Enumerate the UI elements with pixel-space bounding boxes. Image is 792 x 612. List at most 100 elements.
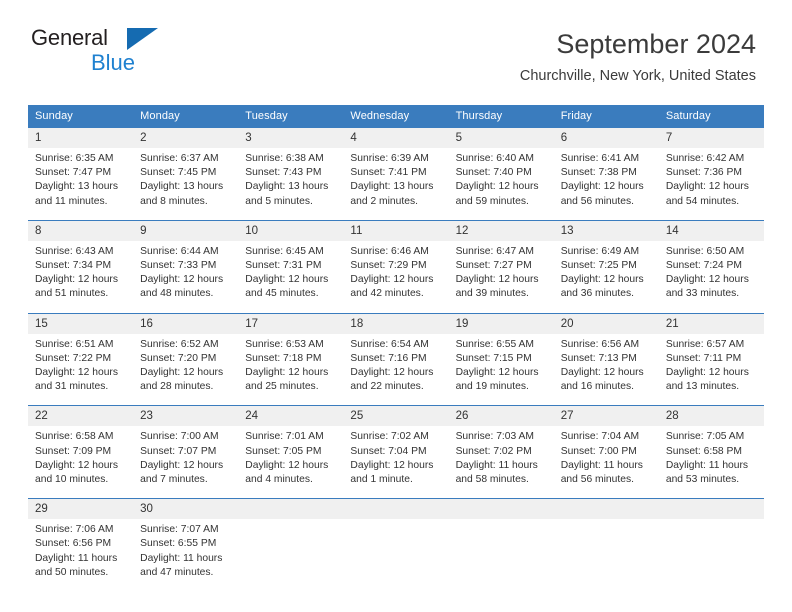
page-header: General Blue September 2024 Churchville,… [0, 0, 792, 85]
sunset-text: Sunset: 7:29 PM [350, 260, 427, 272]
day-cell[interactable]: 10 Sunrise: 6:45 AM Sunset: 7:31 PM Dayligh… [238, 220, 344, 306]
day-details: Sunrise: 7:04 AM Sunset: 7:00 PM Daylight:… [554, 426, 659, 491]
sunset-text: Sunset: 7:45 PM [140, 167, 217, 179]
daylight-text-line1: Daylight: 12 hours [245, 274, 329, 286]
daylight-text-line1: Daylight: 12 hours [35, 274, 118, 286]
day-number [658, 499, 764, 520]
day-cell[interactable]: 26 Sunrise: 7:03 AM Sunset: 7:02 PM Dayligh… [448, 406, 554, 492]
day-details: Sunrise: 7:03 AM Sunset: 7:02 PM Daylight:… [449, 426, 554, 491]
calendar-page: General Blue September 2024 Churchville,… [0, 0, 792, 612]
day-cell[interactable]: 28 Sunrise: 7:05 AM Sunset: 6:58 PM Dayligh… [658, 406, 764, 492]
daylight-text-line1: Daylight: 12 hours [665, 274, 749, 286]
day-number [238, 499, 344, 520]
day-cell[interactable]: 17 Sunrise: 6:53 AM Sunset: 7:18 PM Dayligh… [238, 313, 344, 399]
day-details: Sunrise: 6:50 AM Sunset: 7:24 PM Daylight:… [659, 241, 764, 306]
day-cell[interactable]: 19 Sunrise: 6:55 AM Sunset: 7:15 PM Dayligh… [448, 313, 554, 399]
daylight-text-line2: and 2 minutes. [350, 195, 418, 207]
day-number: 12 [448, 220, 554, 241]
daylight-text-line2: and 10 minutes. [35, 474, 109, 486]
sunrise-text: Sunrise: 6:41 AM [560, 153, 640, 164]
day-cell[interactable]: 29 Sunrise: 7:06 AM Sunset: 6:56 PM Dayligh… [28, 499, 134, 585]
day-number: 19 [448, 313, 554, 334]
day-cell[interactable]: 18 Sunrise: 6:54 AM Sunset: 7:16 PM Dayligh… [343, 313, 449, 399]
daylight-text-line1: Daylight: 11 hours [560, 459, 643, 471]
day-details: Sunrise: 6:49 AM Sunset: 7:25 PM Daylight:… [554, 241, 659, 306]
daylight-text-line2: and 51 minutes. [35, 288, 109, 300]
day-cell[interactable]: 20 Sunrise: 6:56 AM Sunset: 7:13 PM Dayligh… [553, 313, 659, 399]
day-cell[interactable]: 12 Sunrise: 6:47 AM Sunset: 7:27 PM Dayligh… [448, 220, 554, 306]
daylight-text-line1: Daylight: 12 hours [350, 367, 434, 379]
sunset-text: Sunset: 7:13 PM [560, 352, 637, 364]
daylight-text-line1: Daylight: 12 hours [140, 274, 224, 286]
sunrise-text: Sunrise: 7:07 AM [140, 524, 219, 536]
day-cell[interactable]: 7 Sunrise: 6:42 AM Sunset: 7:36 PM Daylight… [658, 128, 764, 213]
day-cell[interactable]: 24 Sunrise: 7:01 AM Sunset: 7:05 PM Dayligh… [238, 406, 344, 492]
day-details: Sunrise: 6:35 AM Sunset: 7:47 PM Daylight:… [28, 148, 133, 213]
day-details: Sunrise: 6:57 AM Sunset: 7:11 PM Daylight:… [659, 334, 764, 399]
day-cell[interactable]: 3 Sunrise: 6:38 AM Sunset: 7:43 PM Daylight… [238, 128, 344, 213]
day-cell[interactable]: 23 Sunrise: 7:00 AM Sunset: 7:07 PM Dayligh… [133, 406, 239, 492]
day-details: Sunrise: 6:46 AM Sunset: 7:29 PM Daylight:… [343, 241, 448, 306]
daylight-text-line2: and 50 minutes. [35, 566, 109, 578]
day-details: Sunrise: 6:58 AM Sunset: 7:09 PM Daylight:… [28, 426, 133, 491]
daylight-text-line2: and 53 minutes. [665, 474, 740, 486]
day-details [554, 519, 659, 527]
day-cell[interactable]: 16 Sunrise: 6:52 AM Sunset: 7:20 PM Dayligh… [133, 313, 239, 399]
daylight-text-line2: and 5 minutes. [245, 195, 313, 207]
sunrise-text: Sunrise: 6:40 AM [455, 153, 534, 164]
sunset-text: Sunset: 7:40 PM [455, 167, 532, 179]
daylight-text-line2: and 19 minutes. [455, 381, 529, 393]
sunset-text: Sunset: 7:27 PM [455, 260, 532, 272]
day-cell[interactable]: 30 Sunrise: 7:07 AM Sunset: 6:55 PM Dayligh… [133, 499, 239, 585]
day-cell[interactable]: 9 Sunrise: 6:44 AM Sunset: 7:33 PM Daylight… [133, 220, 239, 306]
day-cell[interactable]: 6 Sunrise: 6:41 AM Sunset: 7:38 PM Daylight… [553, 128, 659, 213]
day-number: 15 [28, 313, 134, 334]
daylight-text-line1: Daylight: 13 hours [35, 181, 118, 193]
daylight-text-line2: and 8 minutes. [140, 195, 208, 207]
day-number: 29 [28, 499, 134, 520]
day-cell[interactable]: 21 Sunrise: 6:57 AM Sunset: 7:11 PM Dayligh… [658, 313, 764, 399]
day-cell[interactable]: 5 Sunrise: 6:40 AM Sunset: 7:40 PM Daylight… [448, 128, 554, 213]
sunset-text: Sunset: 6:58 PM [665, 445, 742, 457]
sunset-text: Sunset: 7:11 PM [665, 352, 742, 364]
day-number: 17 [238, 313, 344, 334]
logo-triangle-icon [127, 28, 158, 50]
daylight-text-line2: and 11 minutes. [35, 195, 108, 207]
sunset-text: Sunset: 7:36 PM [665, 167, 742, 179]
day-cell[interactable]: 25 Sunrise: 7:02 AM Sunset: 7:04 PM Dayligh… [343, 406, 449, 492]
day-cell[interactable]: 27 Sunrise: 7:04 AM Sunset: 7:00 PM Dayligh… [553, 406, 659, 492]
day-number: 7 [658, 128, 764, 148]
day-cell[interactable]: 8 Sunrise: 6:43 AM Sunset: 7:34 PM Daylight… [28, 220, 134, 306]
sunrise-text: Sunrise: 6:55 AM [455, 338, 534, 350]
day-details: Sunrise: 7:06 AM Sunset: 6:56 PM Daylight:… [28, 519, 133, 584]
day-cell[interactable]: 14 Sunrise: 6:50 AM Sunset: 7:24 PM Dayligh… [658, 220, 764, 306]
day-cell[interactable]: 11 Sunrise: 6:46 AM Sunset: 7:29 PM Dayligh… [343, 220, 449, 306]
weekday-header-friday: Friday [560, 110, 592, 122]
day-cell[interactable]: 15 Sunrise: 6:51 AM Sunset: 7:22 PM Dayligh… [28, 313, 134, 399]
daylight-text-line1: Daylight: 12 hours [455, 367, 539, 379]
sunset-text: Sunset: 6:55 PM [140, 538, 217, 550]
week-row: 22 Sunrise: 6:58 AM Sunset: 7:09 PM Dayligh… [28, 405, 764, 492]
daylight-text-line1: Daylight: 12 hours [245, 459, 329, 471]
day-cell[interactable]: 13 Sunrise: 6:49 AM Sunset: 7:25 PM Dayligh… [553, 220, 659, 306]
day-cell[interactable]: 2 Sunrise: 6:37 AM Sunset: 7:45 PM Daylight… [133, 128, 239, 213]
week-row: 29 Sunrise: 7:06 AM Sunset: 6:56 PM Dayligh… [28, 498, 764, 585]
daylight-text-line1: Daylight: 13 hours [245, 181, 329, 193]
day-number: 27 [553, 406, 659, 427]
day-number: 22 [28, 406, 134, 427]
day-number [553, 499, 659, 520]
weekday-header-sunday: Sunday [35, 110, 73, 122]
day-cell[interactable]: 4 Sunrise: 6:39 AM Sunset: 7:41 PM Daylight… [343, 128, 449, 213]
daylight-text-line2: and 13 minutes. [665, 381, 740, 393]
day-details: Sunrise: 6:43 AM Sunset: 7:34 PM Daylight:… [28, 241, 133, 306]
day-cell[interactable]: 22 Sunrise: 6:58 AM Sunset: 7:09 PM Dayligh… [28, 406, 134, 492]
sunset-text: Sunset: 7:24 PM [665, 260, 742, 272]
sunrise-text: Sunrise: 6:37 AM [140, 153, 219, 164]
day-number: 11 [343, 220, 449, 241]
title-block: September 2024 Churchville, New York, Un… [520, 28, 756, 86]
day-number: 10 [238, 220, 344, 241]
day-cell[interactable]: 1 Sunrise: 6:35 AM Sunset: 7:47 PM Daylight… [28, 128, 134, 213]
daylight-text-line2: and 36 minutes. [560, 288, 634, 300]
general-blue-logo[interactable]: General Blue [31, 26, 251, 78]
day-details: Sunrise: 6:41 AM Sunset: 7:38 PM Daylight:… [554, 148, 659, 213]
